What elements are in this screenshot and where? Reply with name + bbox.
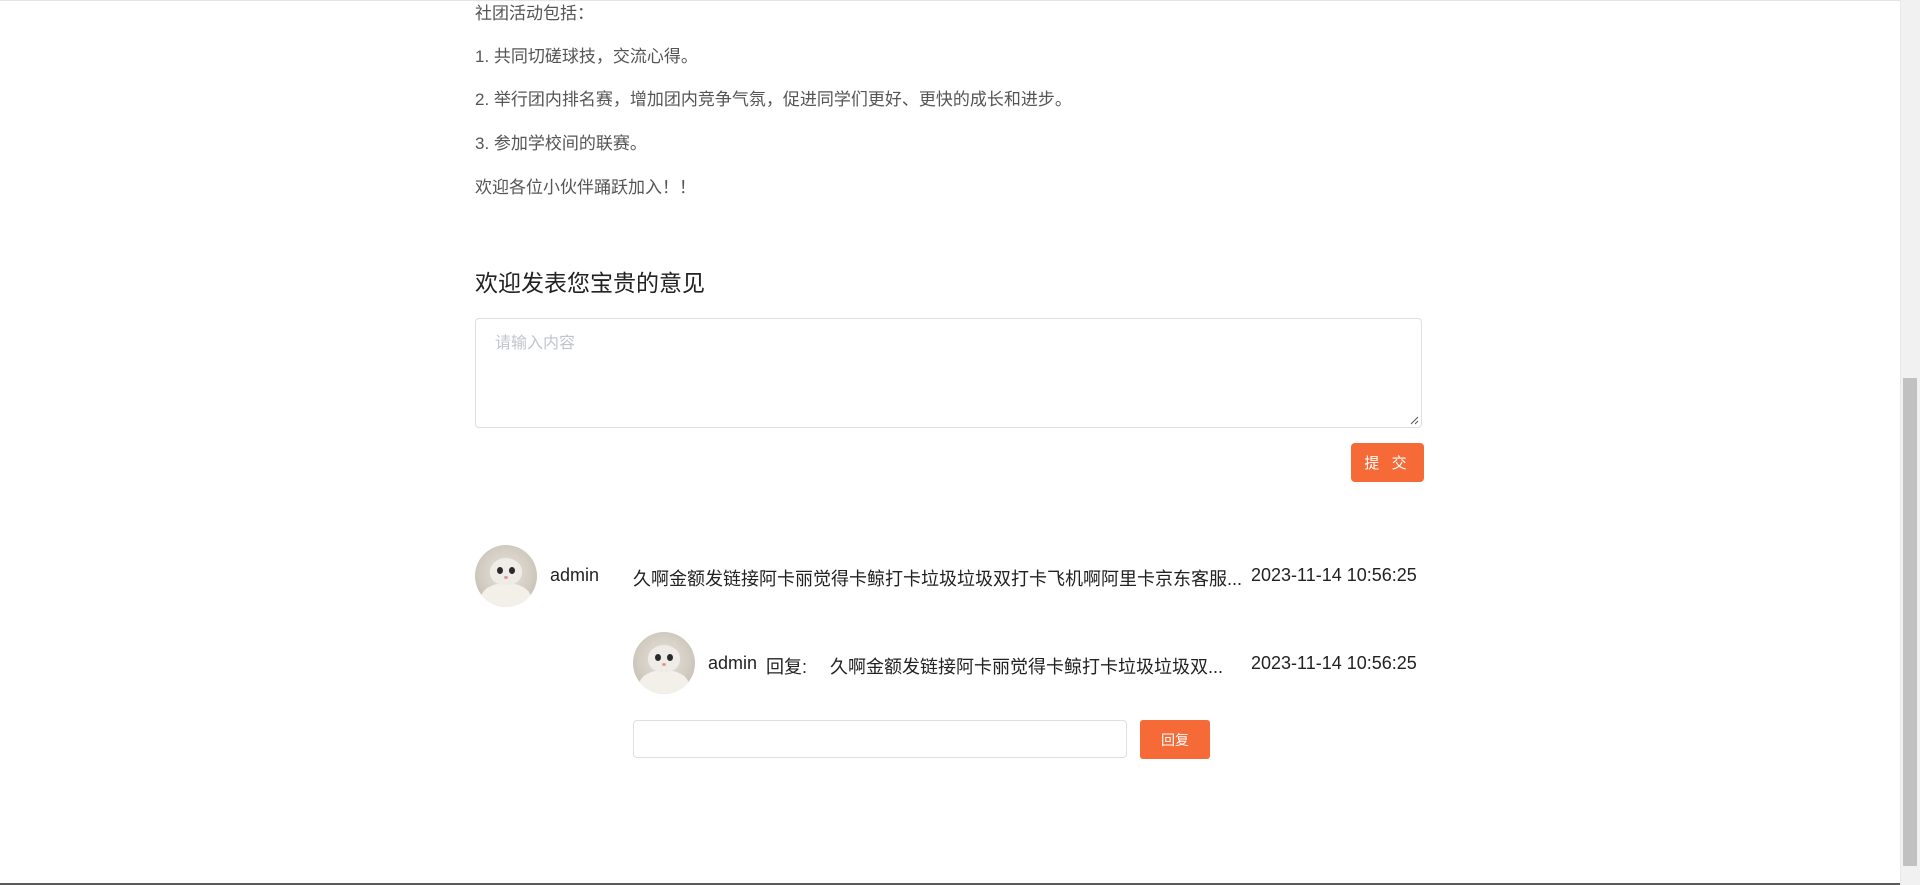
scrollbar-thumb[interactable] — [1903, 378, 1917, 866]
intro-line: 社团活动包括： — [475, 4, 594, 23]
avatar-body-shape — [639, 670, 689, 694]
avatar[interactable] — [633, 632, 695, 694]
feedback-textarea[interactable] — [475, 318, 1422, 428]
reply-button[interactable]: 回复 — [1140, 720, 1210, 759]
intro-line: 1. 共同切磋球技，交流心得。 — [475, 47, 698, 66]
avatar-eye-shape — [497, 567, 503, 574]
avatar-eye-shape — [667, 654, 673, 661]
top-divider — [0, 0, 1900, 1]
submit-button[interactable]: 提 交 — [1351, 443, 1424, 482]
comment-timestamp: 2023-11-14 10:56:25 — [1251, 565, 1417, 585]
comment-text: 久啊金额发链接阿卡丽觉得卡鲸打卡垃圾垃圾双打卡飞机啊阿里卡京东客服... — [633, 569, 1242, 589]
avatar-nose-shape — [662, 663, 666, 666]
resize-grip-icon[interactable] — [1410, 416, 1419, 425]
avatar-body-shape — [481, 583, 531, 607]
reply-username: admin — [708, 653, 758, 673]
avatar[interactable] — [475, 545, 537, 607]
comment-username: admin — [550, 565, 600, 585]
reply-prefix: 回复: — [766, 657, 808, 677]
vertical-scrollbar[interactable] — [1900, 0, 1920, 885]
reply-text: 久啊金额发链接阿卡丽觉得卡鲸打卡垃圾垃圾双... — [830, 657, 1224, 677]
intro-line: 3. 参加学校间的联赛。 — [475, 134, 647, 153]
avatar-nose-shape — [504, 576, 508, 579]
feedback-title: 欢迎发表您宝贵的意见 — [475, 270, 705, 296]
intro-line: 欢迎各位小伙伴踊跃加入！！ — [475, 178, 696, 197]
avatar-head-shape — [648, 645, 680, 672]
avatar-head-shape — [490, 558, 522, 585]
reply-input[interactable] — [633, 720, 1127, 758]
avatar-eye-shape — [655, 654, 661, 661]
avatar-eye-shape — [509, 567, 515, 574]
reply-timestamp: 2023-11-14 10:56:25 — [1251, 653, 1417, 673]
intro-line: 2. 举行团内排名赛，增加团内竞争气氛，促进同学们更好、更快的成长和进步。 — [475, 90, 1072, 109]
